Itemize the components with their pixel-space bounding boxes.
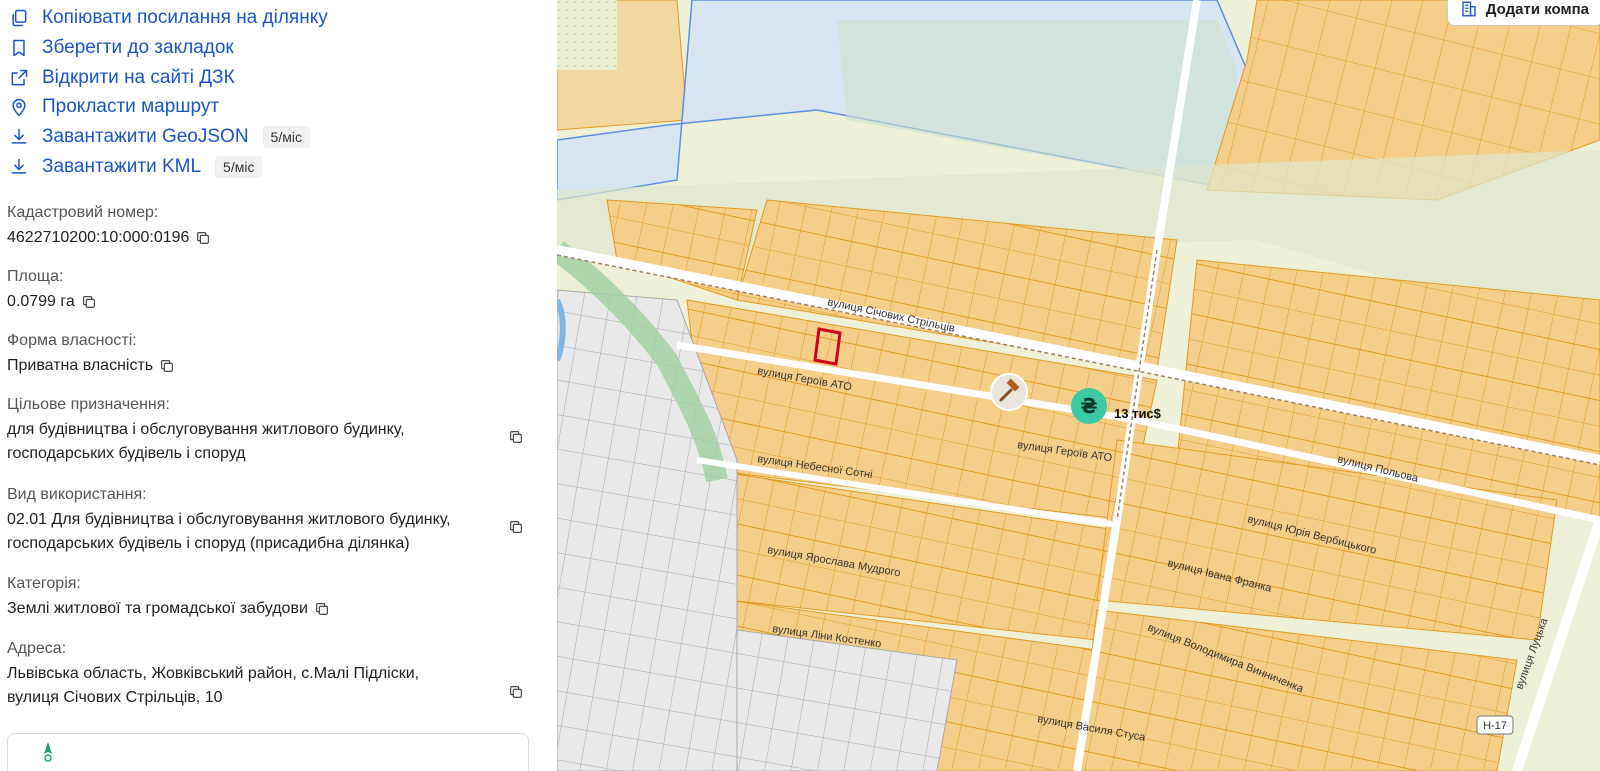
svg-text:₴: ₴: [1080, 394, 1097, 418]
save-bookmark-button[interactable]: Зберегти до закладок: [8, 35, 234, 61]
cadastral-map[interactable]: ₴ 13 тис$ Н-17 вулиця Січових Стрільців в…: [557, 0, 1600, 771]
copy-icon[interactable]: [314, 601, 330, 617]
add-company-button[interactable]: Додати компа: [1446, 0, 1600, 26]
open-dzk-button[interactable]: Відкрити на сайті ДЗК: [8, 65, 235, 91]
download-geojson-button[interactable]: Завантажити GeoJSON 5/міс: [8, 124, 310, 150]
area-label: Площа:: [7, 268, 64, 285]
build-route-button[interactable]: Прокласти маршрут: [8, 94, 219, 120]
price-marker[interactable]: ₴: [1071, 388, 1107, 424]
ownership-value: Приватна власність: [7, 354, 175, 378]
cadastral-number: 4622710200:10:000:0196: [7, 229, 190, 246]
copy-icon[interactable]: [508, 684, 524, 700]
copy-icon[interactable]: [81, 294, 97, 310]
ownership-text: Приватна власність: [7, 357, 154, 374]
parcel-info-sidebar: Копіювати посилання на ділянку Зберегти …: [0, 0, 557, 771]
address-line: Львівська область, Жовківський район, с.…: [7, 665, 420, 682]
category-value: Землі житлової та громадської забудови: [7, 597, 330, 621]
address-label: Адреса:: [7, 640, 67, 657]
category-label: Категорія:: [7, 575, 81, 592]
map-canvas[interactable]: ₴ 13 тис$ Н-17 вулиця Січових Стрільцівв…: [557, 0, 1600, 771]
action-label: Прокласти маршрут: [42, 96, 220, 117]
purpose-line: господарських будівель і споруд: [7, 445, 246, 462]
ownership-label: Форма власності:: [7, 332, 137, 349]
download-icon: [8, 156, 30, 178]
purpose-value: для будівництва і обслуговування житлово…: [7, 418, 405, 466]
cadastral-label: Кадастровий номер:: [7, 204, 159, 221]
price-label: 13 тис$: [1114, 406, 1162, 421]
road-badge: Н-17: [1476, 715, 1514, 735]
download-icon: [8, 126, 30, 148]
category-text: Землі житлової та громадської забудови: [7, 600, 308, 617]
usage-line: господарських будівель і споруд (присади…: [7, 535, 410, 552]
auction-marker[interactable]: [990, 373, 1028, 411]
copy-icon[interactable]: [508, 519, 524, 535]
map-pin-icon: [8, 96, 30, 118]
usage-line: 02.01 Для будівництва і обслуговування ж…: [7, 511, 451, 528]
usage-value: 02.01 Для будівництва і обслуговування ж…: [7, 508, 451, 556]
action-label: Завантажити GeoJSON: [42, 126, 249, 147]
action-label: Відкрити на сайті ДЗК: [42, 67, 235, 88]
svg-text:Н-17: Н-17: [1483, 720, 1507, 732]
action-label: Зберегти до закладок: [42, 37, 234, 58]
usage-limit-badge: 5/міс: [262, 126, 310, 148]
usage-limit-badge: 5/міс: [215, 156, 263, 178]
area-text: 0.0799 га: [7, 293, 75, 310]
copy-parcel-link-button[interactable]: Копіювати посилання на ділянку: [8, 5, 328, 31]
area-value: 0.0799 га: [7, 290, 97, 314]
purpose-label: Цільове призначення:: [7, 396, 170, 413]
action-label: Завантажити KML: [42, 156, 202, 177]
copy-icon[interactable]: [159, 358, 175, 374]
external-link-icon: [8, 67, 30, 89]
action-label: Копіювати посилання на ділянку: [42, 7, 328, 28]
copy-icon[interactable]: [508, 429, 524, 445]
address-line: вулиця Січових Стрільців, 10: [7, 689, 223, 706]
usage-label: Вид використання:: [7, 486, 147, 503]
copy-link-icon: [8, 7, 30, 29]
bottom-card: [7, 733, 529, 771]
address-value: Львівська область, Жовківський район, с.…: [7, 662, 419, 710]
download-kml-button[interactable]: Завантажити KML 5/міс: [8, 154, 263, 180]
compass-logo-icon: [44, 742, 52, 762]
bookmark-icon: [8, 37, 30, 59]
copy-icon[interactable]: [195, 230, 211, 246]
add-company-label: Додати компа: [1485, 0, 1589, 18]
cadastral-value: 4622710200:10:000:0196: [7, 226, 211, 250]
building-icon: [1462, 1, 1476, 17]
purpose-line: для будівництва і обслуговування житлово…: [7, 421, 405, 438]
